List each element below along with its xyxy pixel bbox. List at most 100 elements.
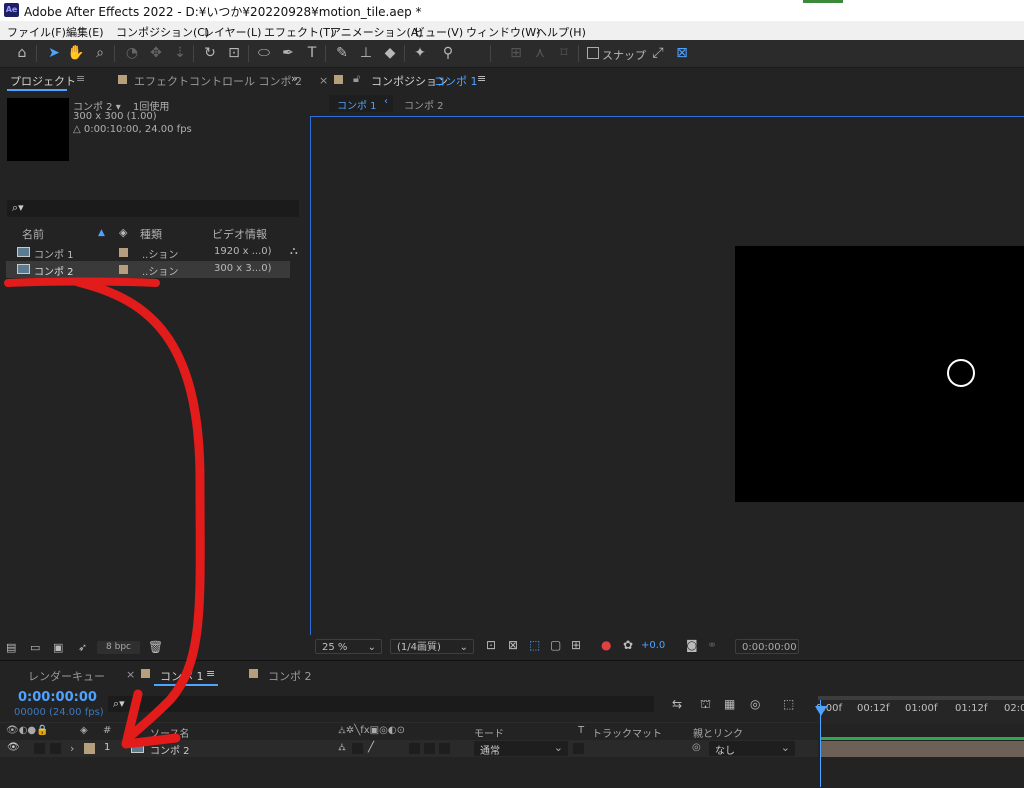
panel-menu-icon[interactable]: ≡: [76, 72, 85, 85]
tab-render-queue[interactable]: レンダーキュー: [28, 668, 105, 684]
snap-target-icon[interactable]: ⊠: [672, 44, 692, 63]
snapshot-camera-icon[interactable]: ◙: [686, 638, 698, 652]
menu-composition[interactable]: コンポジション(C): [116, 24, 209, 40]
type-tool-icon[interactable]: T: [302, 44, 322, 63]
work-area-bar[interactable]: [818, 696, 1024, 700]
layer-row[interactable]: 👁 › 1 コンポ 2 ⛼ ╱ 通常 ⌄ ◎ なし ⌄: [0, 740, 818, 757]
hand-tool-icon[interactable]: ✋: [66, 44, 86, 63]
parent-dropdown[interactable]: なし ⌄: [709, 741, 795, 757]
tab-composition-name[interactable]: コンポ 1: [434, 73, 478, 89]
bit-depth-button[interactable]: 8 bpc: [97, 641, 140, 654]
rotate-tool-icon[interactable]: ↻: [200, 44, 220, 63]
channel-icon[interactable]: ●: [601, 638, 611, 652]
label-swatch[interactable]: [119, 265, 128, 274]
orbit-camera-icon[interactable]: ◔: [122, 44, 142, 63]
layer-label-swatch[interactable]: [84, 743, 95, 754]
trash-icon[interactable]: 🗑: [148, 640, 163, 654]
panel-overflow-icon[interactable]: »: [291, 72, 298, 85]
resolution-dropdown[interactable]: (1/4画質) ⌄: [390, 639, 474, 654]
quality-switch-icon[interactable]: ╱: [368, 742, 374, 753]
tab-project[interactable]: プロジェクト: [10, 73, 76, 89]
project-item-comp1[interactable]: コンポ 1 ..ション 1920 x ...0): [6, 244, 290, 261]
exposure-value[interactable]: +0.0: [641, 640, 665, 651]
puppet-pin-tool-icon[interactable]: ⚲: [438, 44, 458, 63]
column-video-info[interactable]: ビデオ情報: [212, 226, 267, 242]
shy-layers-icon[interactable]: ⛫: [700, 697, 711, 713]
breadcrumb-active[interactable]: コンポ 1 ‹: [329, 95, 393, 112]
tab-timeline-comp1[interactable]: コンポ 1: [160, 668, 204, 684]
show-snapshot-icon[interactable]: ⚭: [707, 638, 717, 652]
comp-mini-flowchart-icon[interactable]: ⇆: [672, 697, 682, 711]
pen-tool-icon[interactable]: ✒: [278, 44, 298, 63]
project-search-input[interactable]: ⌕▾: [7, 200, 299, 217]
breadcrumb-comp1[interactable]: コンポ 1: [337, 97, 377, 112]
timeline-timecode[interactable]: 0:00:00:00: [18, 690, 97, 705]
home-icon[interactable]: ⌂: [12, 44, 32, 63]
source-name-header[interactable]: ソース名: [150, 725, 190, 740]
menu-file[interactable]: ファイル(F): [7, 24, 66, 40]
current-time-display[interactable]: 0:00:00:00: [735, 639, 799, 654]
3d-layer-switch[interactable]: [439, 743, 450, 754]
timeline-search-input[interactable]: ⌕▾: [108, 696, 654, 712]
column-name[interactable]: 名前: [22, 226, 44, 242]
pick-whip-icon[interactable]: ◎: [692, 742, 701, 753]
pan-camera-icon[interactable]: ✥: [146, 44, 166, 63]
transparency-grid-icon[interactable]: ⊠: [508, 638, 518, 652]
project-settings-icon[interactable]: ➶: [78, 641, 87, 654]
close-tab-icon[interactable]: ×: [126, 668, 135, 681]
local-axis-icon[interactable]: ⊞: [506, 44, 526, 63]
menu-help[interactable]: ヘルプ(H): [536, 24, 586, 40]
adjustment-switch[interactable]: [424, 743, 435, 754]
world-axis-icon[interactable]: ⋏: [530, 44, 550, 63]
blend-mode-dropdown[interactable]: 通常 ⌄: [474, 741, 568, 757]
view-axis-icon[interactable]: ⌑: [554, 44, 574, 63]
lock-toggle[interactable]: [50, 743, 61, 754]
menu-view[interactable]: ビュー(V): [414, 24, 463, 40]
new-composition-icon[interactable]: ▣: [53, 641, 63, 654]
mask-visibility-icon[interactable]: ⬚: [529, 638, 540, 652]
region-of-interest-icon[interactable]: ▢: [550, 638, 561, 652]
menu-layer[interactable]: レイヤー(L): [203, 24, 261, 40]
layer-name[interactable]: コンポ 2: [150, 742, 190, 757]
menu-animation[interactable]: アニメーション(A): [330, 24, 423, 40]
dolly-camera-icon[interactable]: ⇣: [170, 44, 190, 63]
breadcrumb-comp2[interactable]: コンポ 2: [404, 97, 444, 112]
interpret-footage-icon[interactable]: ▤: [6, 641, 16, 654]
project-item-comp2[interactable]: コンポ 2 ..ション 300 x 3...0): [6, 261, 290, 278]
anchor-point-tool-icon[interactable]: ⊡: [224, 44, 244, 63]
flowchart-icon[interactable]: ⛬: [290, 244, 298, 258]
tab-timeline-comp2[interactable]: コンポ 2: [268, 668, 312, 684]
preserve-transparency-toggle[interactable]: [573, 743, 584, 754]
lock-icon[interactable]: 🔓︎: [353, 72, 360, 86]
grid-guides-icon[interactable]: ⊞: [571, 638, 581, 652]
magnification-dropdown[interactable]: 25 % ⌄: [315, 639, 382, 654]
menu-effect[interactable]: エフェクト(T): [264, 24, 334, 40]
composition-canvas[interactable]: [735, 246, 1024, 502]
brush-tool-icon[interactable]: ✎: [332, 44, 352, 63]
playhead-handle-icon[interactable]: [815, 706, 827, 716]
layer-duration-bar[interactable]: [821, 741, 1024, 757]
snap-options-icon[interactable]: ⤢: [648, 44, 668, 63]
expand-chevron-icon[interactable]: ›: [70, 742, 74, 755]
menu-window[interactable]: ウィンドウ(W): [466, 24, 540, 40]
tab-effect-controls[interactable]: エフェクトコントロール コンポ 2: [134, 73, 302, 89]
label-swatch[interactable]: [119, 248, 128, 257]
ellipse-tool-icon[interactable]: ⬭: [254, 44, 274, 63]
shy-switch-icon[interactable]: ⛼: [338, 742, 346, 755]
roto-brush-tool-icon[interactable]: ✦: [410, 44, 430, 63]
snap-checkbox[interactable]: [587, 47, 599, 59]
menu-edit[interactable]: 編集(E): [66, 24, 104, 40]
playhead-line[interactable]: [820, 700, 821, 787]
fast-preview-icon[interactable]: ⊡: [486, 638, 496, 652]
circle-shape[interactable]: [947, 359, 975, 387]
frame-blending-icon[interactable]: ▦: [724, 697, 735, 711]
new-folder-icon[interactable]: ▭: [30, 641, 40, 654]
collapse-switch[interactable]: [352, 743, 363, 754]
eraser-tool-icon[interactable]: ◆: [380, 44, 400, 63]
panel-menu-icon[interactable]: ≡: [206, 667, 215, 680]
zoom-tool-icon[interactable]: ⌕: [90, 44, 110, 63]
reset-exposure-icon[interactable]: ✿: [623, 638, 633, 652]
column-type[interactable]: 種類: [140, 226, 162, 242]
clone-stamp-tool-icon[interactable]: ⊥: [356, 44, 376, 63]
motion-blur-icon[interactable]: ◎: [750, 697, 760, 711]
